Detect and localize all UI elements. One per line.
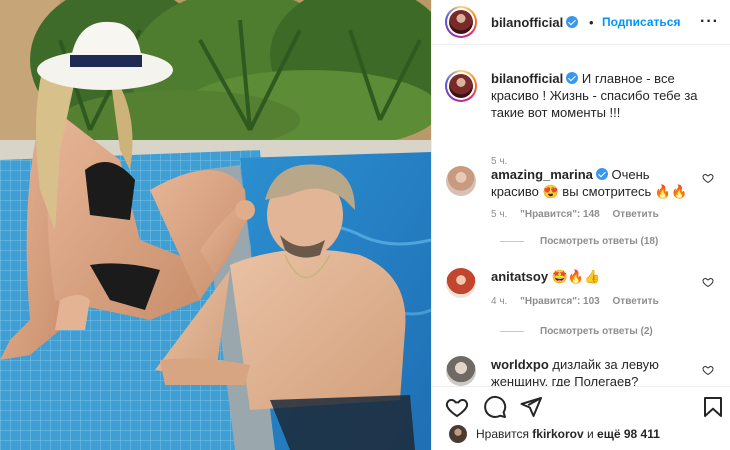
author-avatar[interactable] [445, 6, 477, 38]
post-image [0, 0, 431, 450]
comment-text: amazing_marina Очень красиво 😍 вы смотри… [491, 166, 696, 200]
verified-badge-icon [566, 72, 579, 84]
likes-prefix: Нравится [476, 427, 529, 441]
commenter-username[interactable]: worldxpo [491, 357, 549, 372]
post-photo[interactable] [0, 0, 431, 450]
comment-likes[interactable]: "Нравится": 103 [520, 296, 600, 307]
comments-list[interactable]: bilanofficial И главное - все красиво ! … [432, 46, 730, 386]
bookmark-icon[interactable] [701, 395, 725, 419]
comment-likes[interactable]: "Нравится": 148 [520, 209, 600, 220]
liker-avatar[interactable] [449, 425, 467, 443]
commenter-avatar[interactable] [446, 166, 476, 196]
comment-time[interactable]: 4 ч. [491, 296, 507, 307]
comment-text: anitatsoy 🤩🔥👍 [491, 268, 696, 285]
reply-button[interactable]: Ответить [613, 209, 659, 220]
verified-badge-icon [566, 16, 579, 28]
comment-body: 🤩🔥👍 [551, 269, 601, 284]
post-header: bilanofficial • Подписаться ··· [432, 0, 730, 45]
liker-username[interactable]: fkirkorov [532, 427, 583, 441]
comment-heart-icon[interactable] [702, 364, 714, 376]
commenter-avatar[interactable] [446, 356, 476, 386]
post-side-panel: bilanofficial • Подписаться ··· bilanoff… [431, 0, 730, 450]
commenter-username[interactable]: anitatsoy [491, 269, 548, 284]
author-username-text[interactable]: bilanofficial [491, 15, 563, 30]
paper-plane-icon[interactable] [519, 395, 543, 419]
caption-text: bilanofficial И главное - все красиво ! … [491, 70, 716, 121]
commenter-username[interactable]: amazing_marina [491, 167, 608, 182]
likes-count-link[interactable]: ещё 98 411 [597, 427, 660, 441]
reply-button[interactable]: Ответить [613, 296, 659, 307]
header-separator: • [589, 15, 594, 30]
likes-summary: Нравится fkirkorov и ещё 98 411 [432, 420, 730, 448]
view-replies-button[interactable]: Посмотреть ответы (2) [500, 326, 653, 337]
caption-avatar[interactable] [445, 70, 477, 102]
comment-heart-icon[interactable] [702, 276, 714, 288]
likes-connector: и [587, 427, 594, 441]
comment-meta: 5 ч. "Нравится": 148 Ответить [491, 209, 669, 220]
comment-meta: 4 ч. "Нравится": 103 Ответить [491, 296, 669, 307]
heart-icon[interactable] [445, 395, 469, 419]
view-replies-button[interactable]: Посмотреть ответы (18) [500, 236, 658, 247]
comment-time[interactable]: 5 ч. [491, 209, 507, 220]
author-username[interactable]: bilanofficial [491, 15, 579, 30]
comment-icon[interactable] [483, 395, 507, 419]
follow-button[interactable]: Подписаться [602, 15, 680, 29]
comment-text: worldxpo дизлайк за левую женщину, где П… [491, 356, 696, 386]
more-dots-icon[interactable]: ··· [700, 13, 719, 31]
commenter-avatar[interactable] [446, 268, 476, 298]
likes-summary-text: Нравится fkirkorov и ещё 98 411 [476, 427, 660, 441]
caption-username[interactable]: bilanofficial [491, 71, 579, 86]
comment-heart-icon[interactable] [702, 172, 714, 184]
verified-badge-icon [595, 168, 608, 180]
